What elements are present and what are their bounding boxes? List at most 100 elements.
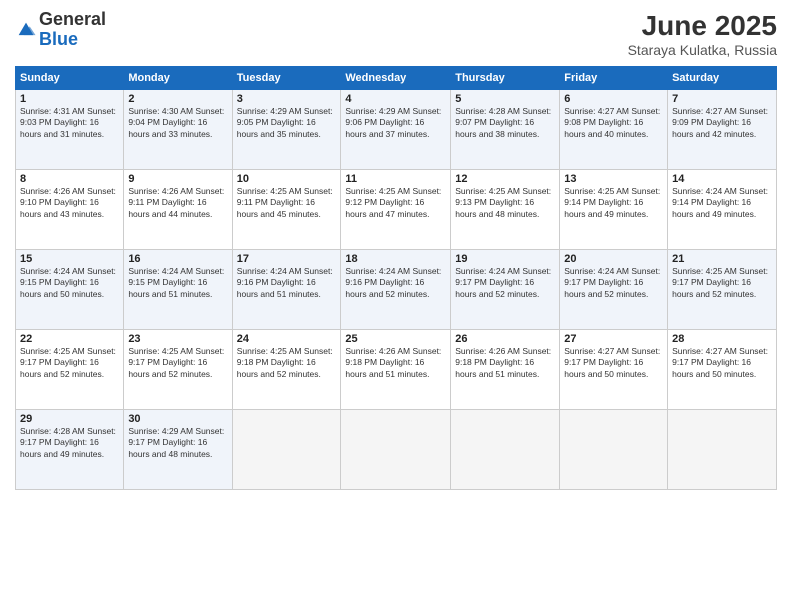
day-number: 12 [455,173,555,185]
calendar-cell: 23Sunrise: 4:25 AM Sunset: 9:17 PM Dayli… [124,330,232,410]
header-row: SundayMondayTuesdayWednesdayThursdayFrid… [16,67,777,90]
day-number: 4 [345,93,446,105]
day-info: Sunrise: 4:26 AM Sunset: 9:11 PM Dayligh… [128,186,227,220]
day-info: Sunrise: 4:24 AM Sunset: 9:16 PM Dayligh… [345,266,446,300]
day-number: 30 [128,413,227,425]
day-info: Sunrise: 4:25 AM Sunset: 9:12 PM Dayligh… [345,186,446,220]
day-info: Sunrise: 4:24 AM Sunset: 9:15 PM Dayligh… [128,266,227,300]
day-number: 28 [672,333,772,345]
day-number: 2 [128,93,227,105]
calendar-cell: 9Sunrise: 4:26 AM Sunset: 9:11 PM Daylig… [124,170,232,250]
day-number: 1 [20,93,119,105]
page: General Blue June 2025 Staraya Kulatka, … [0,0,792,612]
calendar-cell: 28Sunrise: 4:27 AM Sunset: 9:17 PM Dayli… [668,330,777,410]
calendar-cell: 20Sunrise: 4:24 AM Sunset: 9:17 PM Dayli… [560,250,668,330]
day-number: 20 [564,253,663,265]
week-row-2: 8Sunrise: 4:26 AM Sunset: 9:10 PM Daylig… [16,170,777,250]
day-number: 21 [672,253,772,265]
logo: General Blue [15,10,106,50]
day-number: 5 [455,93,555,105]
header-day-thursday: Thursday [451,67,560,90]
calendar-cell: 25Sunrise: 4:26 AM Sunset: 9:18 PM Dayli… [341,330,451,410]
calendar-cell [668,410,777,490]
header-day-tuesday: Tuesday [232,67,341,90]
calendar-body: 1Sunrise: 4:31 AM Sunset: 9:03 PM Daylig… [16,90,777,490]
calendar-cell: 13Sunrise: 4:25 AM Sunset: 9:14 PM Dayli… [560,170,668,250]
week-row-4: 22Sunrise: 4:25 AM Sunset: 9:17 PM Dayli… [16,330,777,410]
day-info: Sunrise: 4:25 AM Sunset: 9:18 PM Dayligh… [237,346,337,380]
day-number: 23 [128,333,227,345]
day-info: Sunrise: 4:24 AM Sunset: 9:17 PM Dayligh… [564,266,663,300]
day-info: Sunrise: 4:25 AM Sunset: 9:17 PM Dayligh… [128,346,227,380]
day-number: 26 [455,333,555,345]
calendar-cell: 10Sunrise: 4:25 AM Sunset: 9:11 PM Dayli… [232,170,341,250]
header-day-wednesday: Wednesday [341,67,451,90]
day-number: 11 [345,173,446,185]
day-number: 7 [672,93,772,105]
week-row-1: 1Sunrise: 4:31 AM Sunset: 9:03 PM Daylig… [16,90,777,170]
calendar-cell: 1Sunrise: 4:31 AM Sunset: 9:03 PM Daylig… [16,90,124,170]
day-info: Sunrise: 4:27 AM Sunset: 9:09 PM Dayligh… [672,106,772,140]
calendar-cell: 8Sunrise: 4:26 AM Sunset: 9:10 PM Daylig… [16,170,124,250]
calendar-header: SundayMondayTuesdayWednesdayThursdayFrid… [16,67,777,90]
day-info: Sunrise: 4:27 AM Sunset: 9:17 PM Dayligh… [564,346,663,380]
week-row-3: 15Sunrise: 4:24 AM Sunset: 9:15 PM Dayli… [16,250,777,330]
calendar-cell: 16Sunrise: 4:24 AM Sunset: 9:15 PM Dayli… [124,250,232,330]
day-info: Sunrise: 4:24 AM Sunset: 9:14 PM Dayligh… [672,186,772,220]
logo-text: General Blue [39,10,106,50]
day-number: 16 [128,253,227,265]
logo-blue: Blue [39,30,106,50]
day-info: Sunrise: 4:24 AM Sunset: 9:16 PM Dayligh… [237,266,337,300]
day-info: Sunrise: 4:29 AM Sunset: 9:05 PM Dayligh… [237,106,337,140]
day-info: Sunrise: 4:26 AM Sunset: 9:10 PM Dayligh… [20,186,119,220]
header-day-friday: Friday [560,67,668,90]
week-row-5: 29Sunrise: 4:28 AM Sunset: 9:17 PM Dayli… [16,410,777,490]
day-info: Sunrise: 4:25 AM Sunset: 9:13 PM Dayligh… [455,186,555,220]
day-number: 10 [237,173,337,185]
day-number: 8 [20,173,119,185]
calendar-cell: 3Sunrise: 4:29 AM Sunset: 9:05 PM Daylig… [232,90,341,170]
day-number: 14 [672,173,772,185]
header-day-monday: Monday [124,67,232,90]
calendar-cell: 19Sunrise: 4:24 AM Sunset: 9:17 PM Dayli… [451,250,560,330]
calendar-cell: 14Sunrise: 4:24 AM Sunset: 9:14 PM Dayli… [668,170,777,250]
day-number: 19 [455,253,555,265]
day-info: Sunrise: 4:25 AM Sunset: 9:17 PM Dayligh… [20,346,119,380]
subtitle: Staraya Kulatka, Russia [628,42,777,58]
day-number: 27 [564,333,663,345]
header-day-saturday: Saturday [668,67,777,90]
logo-icon [15,19,37,41]
calendar-cell: 15Sunrise: 4:24 AM Sunset: 9:15 PM Dayli… [16,250,124,330]
day-number: 22 [20,333,119,345]
calendar-cell [232,410,341,490]
calendar-cell: 6Sunrise: 4:27 AM Sunset: 9:08 PM Daylig… [560,90,668,170]
day-number: 17 [237,253,337,265]
logo-general: General [39,10,106,30]
day-info: Sunrise: 4:28 AM Sunset: 9:07 PM Dayligh… [455,106,555,140]
day-info: Sunrise: 4:29 AM Sunset: 9:17 PM Dayligh… [128,426,227,460]
day-info: Sunrise: 4:24 AM Sunset: 9:17 PM Dayligh… [455,266,555,300]
header-day-sunday: Sunday [16,67,124,90]
calendar-cell: 27Sunrise: 4:27 AM Sunset: 9:17 PM Dayli… [560,330,668,410]
calendar-cell: 4Sunrise: 4:29 AM Sunset: 9:06 PM Daylig… [341,90,451,170]
day-info: Sunrise: 4:26 AM Sunset: 9:18 PM Dayligh… [455,346,555,380]
calendar-cell: 22Sunrise: 4:25 AM Sunset: 9:17 PM Dayli… [16,330,124,410]
day-info: Sunrise: 4:27 AM Sunset: 9:08 PM Dayligh… [564,106,663,140]
calendar-cell: 5Sunrise: 4:28 AM Sunset: 9:07 PM Daylig… [451,90,560,170]
day-number: 25 [345,333,446,345]
calendar-cell: 18Sunrise: 4:24 AM Sunset: 9:16 PM Dayli… [341,250,451,330]
calendar-cell: 17Sunrise: 4:24 AM Sunset: 9:16 PM Dayli… [232,250,341,330]
day-number: 15 [20,253,119,265]
calendar-cell: 2Sunrise: 4:30 AM Sunset: 9:04 PM Daylig… [124,90,232,170]
calendar-cell: 7Sunrise: 4:27 AM Sunset: 9:09 PM Daylig… [668,90,777,170]
day-number: 24 [237,333,337,345]
day-info: Sunrise: 4:30 AM Sunset: 9:04 PM Dayligh… [128,106,227,140]
title-block: June 2025 Staraya Kulatka, Russia [628,10,777,58]
day-info: Sunrise: 4:25 AM Sunset: 9:14 PM Dayligh… [564,186,663,220]
day-number: 18 [345,253,446,265]
day-info: Sunrise: 4:25 AM Sunset: 9:11 PM Dayligh… [237,186,337,220]
main-title: June 2025 [628,10,777,42]
calendar-cell [341,410,451,490]
day-info: Sunrise: 4:24 AM Sunset: 9:15 PM Dayligh… [20,266,119,300]
day-info: Sunrise: 4:29 AM Sunset: 9:06 PM Dayligh… [345,106,446,140]
